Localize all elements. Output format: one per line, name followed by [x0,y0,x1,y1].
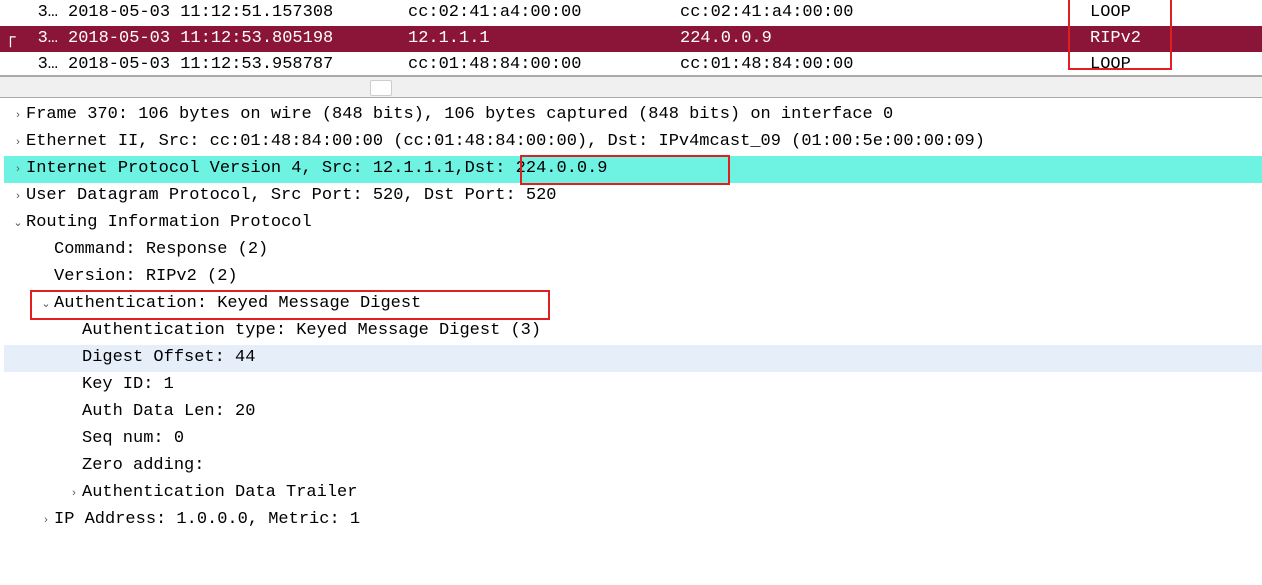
chevron-right-icon[interactable]: › [10,134,26,151]
tree-label: Auth Data Len: 20 [82,399,255,425]
tree-node-frame[interactable]: › Frame 370: 106 bytes on wire (848 bits… [4,102,1262,129]
chevron-down-icon[interactable]: ⌄ [10,215,26,232]
tree-label: Authentication Data Trailer [82,480,357,506]
tree-label: Version: RIPv2 (2) [54,264,238,290]
packet-proto: LOOP [1090,52,1230,76]
tree-node-udp[interactable]: › User Datagram Protocol, Src Port: 520,… [4,183,1262,210]
tree-node-ip-address[interactable]: › IP Address: 1.0.0.0, Metric: 1 [4,507,1262,534]
chevron-right-icon[interactable]: › [66,485,82,502]
pane-divider[interactable] [0,76,1262,98]
chevron-right-icon[interactable]: › [10,188,26,205]
packet-src: cc:02:41:a4:00:00 [408,0,680,26]
packet-dst: cc:01:48:84:00:00 [680,52,1090,76]
packet-time: 2018-05-03 11:12:53.958787 [68,52,408,76]
tree-node-seq-num[interactable]: Seq num: 0 [4,426,1262,453]
packet-proto: LOOP [1090,0,1230,26]
tree-node-auth[interactable]: ⌄ Authentication: Keyed Message Digest [4,291,1262,318]
tree-node-version[interactable]: Version: RIPv2 (2) [4,264,1262,291]
packet-row-selected[interactable]: 3… 2018-05-03 11:12:53.805198 12.1.1.1 2… [0,26,1262,52]
tree-node-rip[interactable]: ⌄ Routing Information Protocol [4,210,1262,237]
packet-row[interactable]: 3… 2018-05-03 11:12:51.157308 cc:02:41:a… [0,0,1262,26]
chevron-right-icon[interactable]: › [38,512,54,529]
packet-proto: RIPv2 [1090,26,1230,52]
tree-label: Seq num: 0 [82,426,184,452]
packet-src: cc:01:48:84:00:00 [408,52,680,76]
packet-src: 12.1.1.1 [408,26,680,52]
tree-label: Key ID: 1 [82,372,174,398]
chevron-right-icon[interactable]: › [10,107,26,124]
tree-label: User Datagram Protocol, Src Port: 520, D… [26,183,557,209]
chevron-down-icon[interactable]: ⌄ [38,296,54,313]
tree-node-ethernet[interactable]: › Ethernet II, Src: cc:01:48:84:00:00 (c… [4,129,1262,156]
row-marker-icon: ┌ [0,26,21,52]
tree-label: IP Address: 1.0.0.0, Metric: 1 [54,507,360,533]
tree-node-zero-adding[interactable]: Zero adding: [4,453,1262,480]
packet-list[interactable]: 3… 2018-05-03 11:12:51.157308 cc:02:41:a… [0,0,1262,76]
tree-node-digest-offset[interactable]: Digest Offset: 44 [4,345,1262,372]
tree-node-auth-trailer[interactable]: › Authentication Data Trailer [4,480,1262,507]
tree-node-command[interactable]: Command: Response (2) [4,237,1262,264]
tree-label: Ethernet II, Src: cc:01:48:84:00:00 (cc:… [26,129,985,155]
tree-label: Authentication: Keyed Message Digest [54,291,421,317]
packet-no: 3… [0,52,68,76]
tree-node-ip[interactable]: › Internet Protocol Version 4, Src: 12.1… [4,156,1262,183]
tree-label: Command: Response (2) [54,237,268,263]
packet-dst: cc:02:41:a4:00:00 [680,0,1090,26]
packet-time: 2018-05-03 11:12:53.805198 [68,26,408,52]
tree-node-auth-len[interactable]: Auth Data Len: 20 [4,399,1262,426]
packet-details[interactable]: › Frame 370: 106 bytes on wire (848 bits… [0,98,1262,585]
packet-row[interactable]: 3… 2018-05-03 11:12:53.958787 cc:01:48:8… [0,52,1262,76]
tree-label: Routing Information Protocol [26,210,312,236]
chevron-right-icon[interactable]: › [10,161,26,178]
packet-no: 3… [0,0,68,26]
tree-node-key-id[interactable]: Key ID: 1 [4,372,1262,399]
tree-label: Authentication type: Keyed Message Diges… [82,318,541,344]
packet-dst: 224.0.0.9 [680,26,1090,52]
tree-label: Digest Offset: 44 [82,345,255,371]
tree-label-ip-dst: Dst: 224.0.0.9 [465,156,608,182]
packet-time: 2018-05-03 11:12:51.157308 [68,0,408,26]
tree-label: Frame 370: 106 bytes on wire (848 bits),… [26,102,893,128]
tree-label-ip-prefix: Internet Protocol Version 4, Src: 12.1.1… [26,156,465,182]
tree-label: Zero adding: [82,453,204,479]
tree-node-auth-type[interactable]: Authentication type: Keyed Message Diges… [4,318,1262,345]
